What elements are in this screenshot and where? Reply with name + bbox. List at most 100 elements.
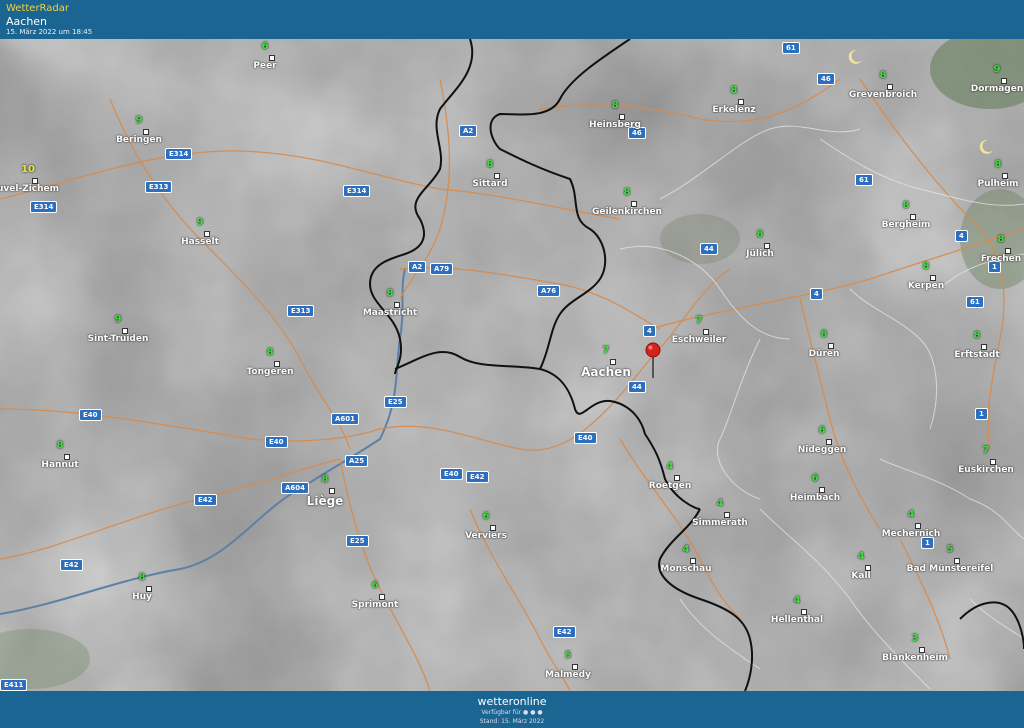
city-label[interactable]: Hannut bbox=[41, 460, 78, 470]
city-label[interactable]: Kall bbox=[851, 571, 870, 581]
city-label[interactable]: Sittard bbox=[472, 179, 507, 189]
city-label[interactable]: Nideggen bbox=[798, 445, 847, 455]
temperature-value: 8 bbox=[623, 187, 631, 198]
road-shield: E314 bbox=[343, 185, 371, 197]
location-title[interactable]: Aachen bbox=[6, 15, 47, 28]
temperature-value: 6 bbox=[261, 41, 269, 52]
city-label[interactable]: Monschau bbox=[660, 564, 711, 574]
temperature-value: 8 bbox=[973, 330, 981, 341]
temperature-value: 8 bbox=[997, 234, 1005, 245]
city-label[interactable]: Erkelenz bbox=[712, 105, 755, 115]
road-shield: E40 bbox=[574, 432, 597, 444]
city-label[interactable]: Verviers bbox=[465, 531, 507, 541]
road-shield: E314 bbox=[30, 201, 58, 213]
road-shield: E40 bbox=[79, 409, 102, 421]
road-shield: A25 bbox=[345, 455, 369, 467]
road-shield: E411 bbox=[0, 679, 28, 691]
city-label[interactable]: Bad Münstereifel bbox=[907, 564, 994, 574]
temperature-value: 4 bbox=[682, 544, 690, 555]
road-shield: 46 bbox=[817, 73, 835, 85]
temperature-value: 9 bbox=[993, 64, 1001, 75]
city-label[interactable]: Simmerath bbox=[692, 518, 748, 528]
road-shield: 61 bbox=[855, 174, 873, 186]
availability-text: Verfügbar für ● ● ● bbox=[481, 709, 543, 716]
city-label[interactable]: Dormagen bbox=[971, 84, 1024, 94]
road-shield: E314 bbox=[165, 148, 193, 160]
app-title: WetterRadar bbox=[6, 3, 70, 14]
temperature-value: 6 bbox=[811, 473, 819, 484]
city-label[interactable]: Liège bbox=[307, 494, 344, 508]
temperature-value: 8 bbox=[820, 329, 828, 340]
temperature-value: 4 bbox=[666, 461, 674, 472]
city-label[interactable]: Geilenkirchen bbox=[592, 207, 662, 217]
road-shield: 4 bbox=[643, 325, 656, 337]
city-label[interactable]: Jülich bbox=[746, 249, 774, 259]
city-label[interactable]: Bergheim bbox=[882, 220, 931, 230]
city-label[interactable]: Beringen bbox=[116, 135, 162, 145]
city-label[interactable]: Blankenheim bbox=[882, 653, 948, 663]
city-label[interactable]: Düren bbox=[809, 349, 840, 359]
city-label[interactable]: Sint-Truiden bbox=[88, 334, 149, 344]
city-label[interactable]: Maastricht bbox=[363, 308, 417, 318]
road-shield: E40 bbox=[265, 436, 288, 448]
road-shield: E25 bbox=[384, 396, 407, 408]
road-shield: 44 bbox=[700, 243, 718, 255]
road-shield: A601 bbox=[331, 413, 360, 425]
road-shield: 1 bbox=[975, 408, 988, 420]
city-label[interactable]: Mechernich bbox=[882, 529, 941, 539]
city-label[interactable]: uvel-Zichem bbox=[0, 184, 59, 194]
stand-text: Stand: 15. März 2022 bbox=[479, 718, 545, 725]
temperature-value: 6 bbox=[482, 511, 490, 522]
road-shield: E25 bbox=[346, 535, 369, 547]
temperature-value: 7 bbox=[982, 445, 990, 456]
radar-map[interactable]: E314 E314 E314 E313 E313 A2 A2 A79 A76 E… bbox=[0, 39, 1024, 691]
road-shield: E40 bbox=[440, 468, 463, 480]
temperature-value: 8 bbox=[138, 572, 146, 583]
city-label[interactable]: Eschweiler bbox=[672, 335, 726, 345]
road-shield: 44 bbox=[628, 381, 646, 393]
location-pin-icon[interactable] bbox=[644, 342, 662, 378]
city-label[interactable]: Frechen bbox=[981, 254, 1021, 264]
road-shield: E42 bbox=[60, 559, 83, 571]
city-label[interactable]: Kerpen bbox=[908, 281, 944, 291]
temperature-value: 8 bbox=[321, 474, 329, 485]
header-bar: WetterRadar Aachen 15. März 2022 um 18:4… bbox=[0, 0, 1024, 39]
city-label[interactable]: Erftstadt bbox=[954, 350, 999, 360]
temperature-value: 9 bbox=[135, 115, 143, 126]
city-label[interactable]: Hasselt bbox=[181, 237, 219, 247]
city-label[interactable]: Huy bbox=[132, 592, 152, 602]
road-shield: 61 bbox=[782, 42, 800, 54]
city-label[interactable]: Grevenbroich bbox=[849, 90, 917, 100]
road-shield: A76 bbox=[537, 285, 561, 297]
temperature-value: 4 bbox=[907, 509, 915, 520]
temperature-value: 8 bbox=[756, 229, 764, 240]
city-label[interactable]: Roetgen bbox=[649, 481, 691, 491]
city-label[interactable]: Euskirchen bbox=[958, 465, 1014, 475]
city-label[interactable]: Pulheim bbox=[977, 179, 1018, 189]
city-label[interactable]: Sprimont bbox=[352, 600, 399, 610]
temperature-value: 9 bbox=[114, 314, 122, 325]
road-shield: A2 bbox=[408, 261, 427, 273]
temperature-value: 9 bbox=[196, 217, 204, 228]
brand-logo: wetteronline bbox=[477, 695, 547, 708]
city-label[interactable]: Aachen bbox=[581, 365, 631, 379]
temperature-value: 4 bbox=[716, 498, 724, 509]
footer-bar: wetteronline Verfügbar für ● ● ● Stand: … bbox=[0, 691, 1024, 728]
city-label[interactable]: Heimbach bbox=[790, 493, 840, 503]
city-label[interactable]: Malmedy bbox=[545, 670, 591, 680]
road-shield: 4 bbox=[810, 288, 823, 300]
temperature-value: 7 bbox=[602, 345, 610, 356]
temperature-value: 10 bbox=[21, 164, 35, 175]
temperature-value: 8 bbox=[56, 440, 64, 451]
road-shield: A79 bbox=[430, 263, 454, 275]
temperature-value: 8 bbox=[611, 100, 619, 111]
city-label[interactable]: Tongeren bbox=[246, 367, 293, 377]
temperature-value: 8 bbox=[879, 70, 887, 81]
city-label[interactable]: Hellenthal bbox=[771, 615, 823, 625]
moon-icon bbox=[979, 139, 993, 154]
city-label[interactable]: Heinsberg bbox=[589, 120, 641, 130]
temperature-value: 8 bbox=[730, 85, 738, 96]
city-label[interactable]: Peer bbox=[253, 61, 276, 71]
temperature-value: 5 bbox=[946, 544, 954, 555]
temperature-value: 5 bbox=[564, 650, 572, 661]
